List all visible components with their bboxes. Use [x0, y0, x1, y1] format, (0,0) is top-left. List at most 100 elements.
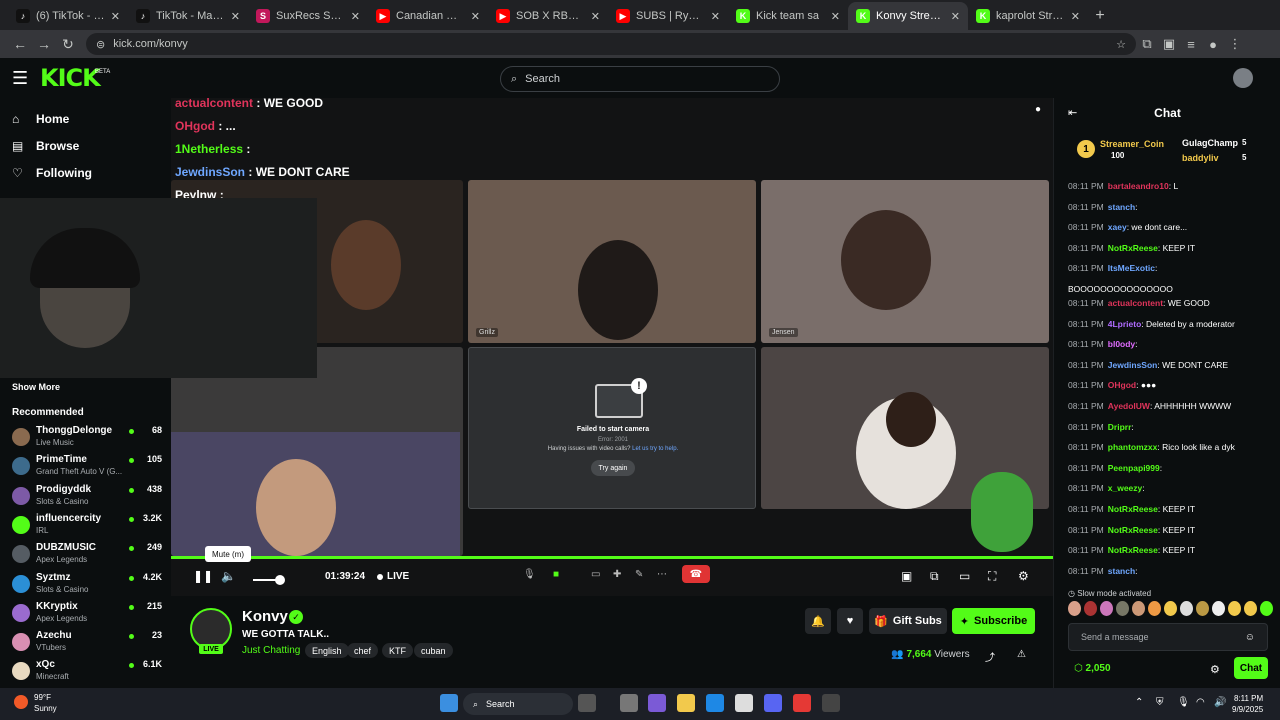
- kick-logo[interactable]: KICK: [40, 64, 101, 92]
- file-icon[interactable]: [620, 694, 638, 712]
- edge-icon[interactable]: [706, 694, 724, 712]
- recommended-channel[interactable]: DUBZMUSIC Apex Legends 249: [12, 542, 162, 568]
- speaker-icon[interactable]: 🔊: [1214, 697, 1226, 708]
- message-user[interactable]: stanch: [1108, 202, 1135, 212]
- extensions-icon[interactable]: ⧉: [1136, 33, 1158, 55]
- message-user[interactable]: NotRxReese: [1108, 545, 1158, 555]
- task-view-icon[interactable]: [578, 694, 596, 712]
- chrome-icon[interactable]: [793, 694, 811, 712]
- browser-tab[interactable]: S SuxRecs Saul Alvarez ✕: [248, 2, 368, 30]
- stream-tag[interactable]: English: [305, 643, 349, 658]
- tab-close-icon[interactable]: ✕: [351, 10, 360, 23]
- system-clock[interactable]: 8:11 PM 9/9/2025: [1232, 693, 1263, 715]
- mic-icon[interactable]: 🎙: [523, 569, 536, 580]
- emote-icon[interactable]: [1244, 601, 1257, 616]
- message-user[interactable]: NotRxReese: [1108, 504, 1158, 514]
- emoji-picker-icon[interactable]: ☺: [1245, 632, 1255, 643]
- sidebar-item-browse[interactable]: ▤ Browse: [12, 139, 79, 153]
- browser-tab[interactable]: ▶ SOB X RBE - Anti (Of ✕: [488, 2, 608, 30]
- media-icon[interactable]: ≡: [1180, 33, 1202, 55]
- message-user[interactable]: Driprr: [1108, 422, 1132, 432]
- stream-category[interactable]: Just Chatting: [242, 645, 300, 656]
- leader-name[interactable]: baddyliv: [1182, 153, 1219, 163]
- recommended-channel[interactable]: influencercity IRL 3.2K: [12, 513, 162, 539]
- emote-icon[interactable]: [1100, 601, 1113, 616]
- tab-close-icon[interactable]: ✕: [591, 10, 600, 23]
- microphone-icon[interactable]: 🎙: [1177, 697, 1190, 708]
- gift-subs-button[interactable]: 🎁 Gift Subs: [869, 608, 947, 634]
- streamer-name[interactable]: Konvy: [242, 608, 288, 625]
- chat-settings-icon[interactable]: ⚙: [1210, 663, 1220, 676]
- stream-tag[interactable]: chef: [347, 643, 379, 658]
- browser-tab[interactable]: K Kick team sa ✕: [728, 2, 848, 30]
- tab-close-icon[interactable]: ✕: [471, 10, 480, 23]
- windows-start-icon[interactable]: [440, 694, 458, 712]
- message-user[interactable]: actualcontent: [1108, 298, 1163, 308]
- wifi-icon[interactable]: ◠: [1196, 697, 1205, 708]
- emote-icon[interactable]: [1084, 601, 1097, 616]
- sidebar-item-home[interactable]: ⌂ Home: [12, 112, 69, 126]
- pip-icon[interactable]: ▣: [901, 569, 912, 583]
- file-explorer-icon[interactable]: [677, 694, 695, 712]
- message-user[interactable]: Peenpapi999: [1108, 463, 1160, 473]
- recommended-channel[interactable]: Prodigyddk Slots & Casino 438: [12, 484, 162, 510]
- search-input[interactable]: ⌕ Search: [500, 66, 780, 92]
- effects-icon[interactable]: ✎: [635, 569, 643, 580]
- recommended-channel[interactable]: KKryptix Apex Legends 215: [12, 601, 162, 627]
- sidebar-icon[interactable]: ▣: [1158, 33, 1180, 55]
- gamepad-icon[interactable]: ✚: [613, 569, 621, 580]
- browser-tab[interactable]: ♪ TikTok - Make Your (✕: [128, 2, 248, 30]
- channel-points[interactable]: ⬡ 2,050: [1074, 663, 1111, 674]
- emote-icon[interactable]: [1180, 601, 1193, 616]
- menu-icon[interactable]: ⋮: [1224, 33, 1246, 55]
- show-more-link[interactable]: Show More: [12, 382, 60, 392]
- camera-icon[interactable]: ■: [553, 569, 559, 580]
- tray-overflow-icon[interactable]: ⌃: [1135, 697, 1143, 708]
- browser-tab[interactable]: ♪ (6) TikTok - Make Yo ✕: [8, 2, 128, 30]
- tab-close-icon[interactable]: ✕: [711, 10, 720, 23]
- recommended-channel[interactable]: ThonggDelonge Live Music 68: [12, 425, 162, 451]
- subscribe-button[interactable]: ✦ Subscribe: [952, 608, 1035, 634]
- emote-icon[interactable]: [1132, 601, 1145, 616]
- emote-icon[interactable]: [1116, 601, 1129, 616]
- browser-tab[interactable]: K Konvy Stream - W ✕: [848, 2, 968, 30]
- new-tab-icon[interactable]: +: [1088, 2, 1112, 30]
- help-link[interactable]: Let us try to help.: [632, 446, 678, 452]
- message-user[interactable]: stanch: [1108, 566, 1135, 576]
- message-user[interactable]: NotRxReese: [1108, 243, 1158, 253]
- recommended-channel[interactable]: xQc Minecraft 6.1K: [12, 659, 162, 685]
- browser-tab[interactable]: ▶ SUBS | Ryan Gar ✕: [608, 2, 728, 30]
- reload-icon[interactable]: ↻: [56, 32, 80, 56]
- leader-name[interactable]: Streamer_Coin: [1100, 139, 1164, 149]
- theater-mode-icon[interactable]: ▭: [959, 569, 970, 583]
- message-user[interactable]: JewdinsSon: [1108, 360, 1158, 370]
- follow-heart-icon[interactable]: ♥: [837, 608, 863, 634]
- tab-close-icon[interactable]: ✕: [831, 10, 840, 23]
- sidebar-item-following[interactable]: ♡ Following: [12, 166, 92, 180]
- volume-handle[interactable]: [275, 575, 285, 585]
- tab-close-icon[interactable]: ✕: [111, 10, 120, 23]
- message-user[interactable]: bl0ody: [1108, 339, 1135, 349]
- recommended-channel[interactable]: Azechu VTubers 23: [12, 630, 162, 656]
- message-user[interactable]: ItsMeExotic: [1108, 263, 1155, 273]
- pause-icon[interactable]: ❚❚: [193, 569, 213, 583]
- message-user[interactable]: xaey: [1108, 222, 1127, 232]
- emote-icon[interactable]: [1212, 601, 1225, 616]
- app-icon[interactable]: [822, 694, 840, 712]
- emote-icon[interactable]: [1196, 601, 1209, 616]
- stream-tag[interactable]: KTF: [382, 643, 413, 658]
- user-avatar[interactable]: [1233, 68, 1253, 88]
- copilot-icon[interactable]: [648, 694, 666, 712]
- message-user[interactable]: AyedolUW: [1108, 401, 1150, 411]
- recommended-channel[interactable]: Syztmz Slots & Casino 4.2K: [12, 572, 162, 598]
- message-user[interactable]: bartaleandro10: [1108, 181, 1169, 191]
- back-icon[interactable]: ←: [8, 32, 32, 56]
- forward-icon[interactable]: →: [32, 32, 56, 56]
- discord-icon[interactable]: [764, 694, 782, 712]
- end-call-button[interactable]: ☎: [682, 565, 710, 583]
- chat-message-input[interactable]: Send a message ☺: [1068, 623, 1268, 651]
- try-again-button[interactable]: Try again: [591, 460, 635, 476]
- taskbar-search[interactable]: ⌕ Search: [463, 693, 573, 715]
- chat-bubble-icon[interactable]: ●: [1035, 104, 1041, 115]
- recommended-channel[interactable]: PrimeTime Grand Theft Auto V (G... 105: [12, 454, 162, 480]
